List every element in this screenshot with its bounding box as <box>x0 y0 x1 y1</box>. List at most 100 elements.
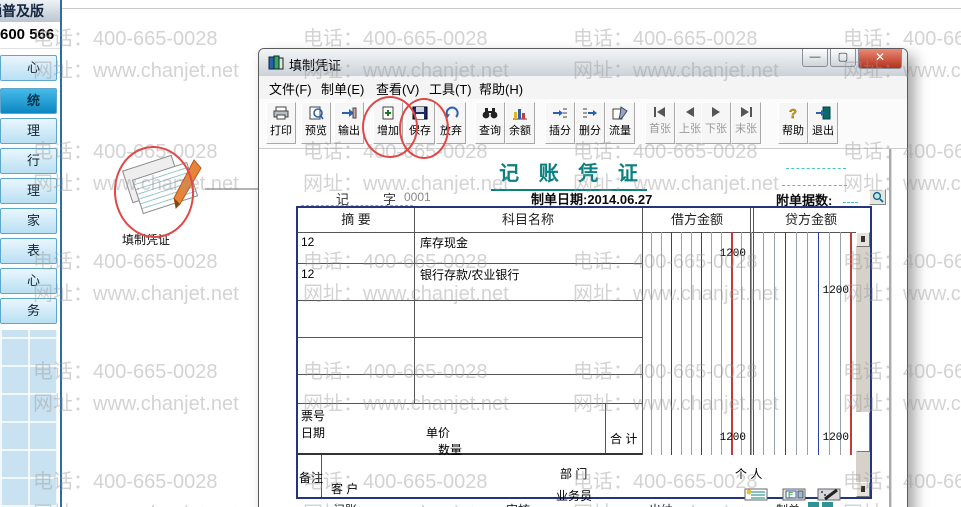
customer-label[interactable]: 客 户 <box>331 480 358 497</box>
voucher-entry-window: 填制凭证 — ▢ ✕ 文件(F) 制单(E) 查看(V) 工具(T) 帮助(H)… <box>258 48 908 507</box>
debit-ruled-columns <box>642 232 752 455</box>
next-voucher-button[interactable]: 下张 <box>701 102 731 144</box>
help-button[interactable]: ? 帮助 <box>778 102 808 144</box>
menu-tools[interactable]: 工具(T) <box>429 79 472 98</box>
insert-split-button[interactable]: 插分 <box>545 102 575 144</box>
prev-icon <box>686 107 694 117</box>
price-label: 单价 <box>426 426 451 440</box>
attachment-lookup-button[interactable] <box>869 189 886 205</box>
save-button[interactable]: 保存 <box>405 102 435 144</box>
flow-pen-icon <box>612 106 628 120</box>
row-line-1 <box>298 263 642 264</box>
last-voucher-button[interactable]: 末张 <box>731 102 761 144</box>
agent-label[interactable]: 业务员 <box>556 487 592 504</box>
cashflow-button[interactable]: 流量 <box>605 102 635 144</box>
menu-help[interactable]: 帮助(H) <box>479 79 523 98</box>
flow-icon-label: 填制凭证 <box>122 233 171 247</box>
total-debit-amount: 1200 <box>719 432 746 444</box>
row1-debit-amount[interactable]: 1200 <box>642 248 746 262</box>
minimize-button[interactable]: — <box>802 49 828 67</box>
credit-ruled-columns <box>753 232 870 455</box>
sidebar-item-7[interactable]: 表 <box>0 238 57 264</box>
delete-split-button[interactable]: 删分 <box>575 102 605 144</box>
first-voucher-button[interactable]: 首张 <box>645 102 675 144</box>
row2-summary[interactable]: 12 <box>301 267 314 281</box>
total-divider <box>605 403 606 453</box>
maker-name-fragment-2 <box>822 502 833 507</box>
voucher-number[interactable]: 0001 <box>404 190 431 204</box>
bar-chart-icon <box>513 109 527 120</box>
auditor-label: 审核 <box>506 501 530 507</box>
preview-icon <box>309 106 324 120</box>
qty-label: 数量 <box>438 443 463 457</box>
floppy-icon <box>412 106 428 120</box>
export-icon <box>342 107 357 119</box>
maximize-button[interactable]: ▢ <box>830 49 856 67</box>
col-header-credit: 贷方金额 <box>784 212 837 227</box>
sidebar-item-3[interactable]: 理 <box>0 118 57 144</box>
divider-debit-credit-a <box>750 208 751 455</box>
attach-dash-1 <box>786 168 846 169</box>
svg-text:E: E <box>788 491 793 500</box>
row2-credit-amount[interactable]: 1200 <box>753 285 849 299</box>
row-line-3 <box>298 337 642 338</box>
toolbar: 打印 预览 输出 增加 保存 放弃 查询 余额 插分 删分 流量 首张 上张 下… <box>259 99 907 149</box>
ticket-label: 票号 <box>301 409 326 423</box>
card-tool-icon[interactable]: E <box>782 488 806 501</box>
close-button[interactable]: ✕ <box>858 49 902 69</box>
query-button[interactable]: 查询 <box>475 102 505 144</box>
scrollbar-thumb[interactable] <box>856 412 870 452</box>
window-ledger-icon <box>268 55 284 70</box>
screen: 通普及版 600 566 心 统 理 行 理 家 表 心 务 填制凭证 填制凭证… <box>0 0 961 507</box>
divider-account-debit <box>642 208 643 455</box>
attach-dash-3 <box>843 202 858 203</box>
voucher-scrollbar[interactable] <box>856 232 870 497</box>
add-button[interactable]: 增加 <box>373 102 403 144</box>
person-label[interactable]: 个 人 <box>735 465 762 482</box>
col-header-debit: 借方金额 <box>670 212 723 227</box>
department-label[interactable]: 部 门 <box>560 465 587 482</box>
host-top-divider <box>62 8 961 9</box>
sidebar-item-4[interactable]: 行 <box>0 148 57 174</box>
export-button[interactable]: 输出 <box>334 102 364 144</box>
next-icon <box>712 107 720 117</box>
remark-section-top-line <box>298 453 642 455</box>
menu-view[interactable]: 查看(V) <box>376 79 419 98</box>
menu-file[interactable]: 文件(F) <box>269 79 312 98</box>
row1-summary[interactable]: 12 <box>301 235 314 249</box>
scrollbar-down-button[interactable] <box>856 482 870 497</box>
scrollbar-up-button[interactable] <box>856 232 870 247</box>
sidebar-item-5[interactable]: 理 <box>0 178 57 204</box>
sidebar-item-9[interactable]: 务 <box>0 298 57 324</box>
magnifier-icon <box>872 191 884 203</box>
sidebar-item-6[interactable]: 家 <box>0 208 57 234</box>
help-icon: ? <box>789 106 797 120</box>
divider-debit-credit-b <box>753 208 754 455</box>
printer-icon <box>273 106 289 120</box>
watermark-row: 电话：400-665-0028 电话：400-665-0028 电话：400-665… <box>33 28 961 50</box>
support-phone: 600 566 <box>0 22 60 49</box>
balance-button[interactable]: 余额 <box>505 102 535 144</box>
total-label: 合 计 <box>610 432 638 446</box>
print-button[interactable]: 打印 <box>266 102 296 144</box>
window-titlebar[interactable]: 填制凭证 — ▢ ✕ <box>259 49 907 77</box>
sidebar-item-8[interactable]: 心 <box>0 268 57 294</box>
sidebar-grid-pattern <box>0 330 57 507</box>
binoculars-icon <box>482 108 498 119</box>
pen-icon <box>173 159 202 210</box>
sidebar-item-1[interactable]: 心 <box>0 55 57 81</box>
ticket-section-top-line <box>298 403 642 404</box>
row1-account[interactable]: 库存现金 <box>420 234 468 251</box>
cert-tool-icon[interactable] <box>744 488 768 501</box>
exit-button[interactable]: 退出 <box>808 102 838 144</box>
undo-icon <box>444 106 459 119</box>
app-edition-title: 通普及版 <box>0 0 60 23</box>
menu-voucher[interactable]: 制单(E) <box>321 79 364 98</box>
pen-tool-icon[interactable] <box>817 488 841 501</box>
preview-button[interactable]: 预览 <box>301 102 331 144</box>
add-page-icon <box>382 106 394 120</box>
abandon-button[interactable]: 放弃 <box>436 102 466 144</box>
sidebar-item-2-selected[interactable]: 统 <box>0 88 57 114</box>
attach-dash-2 <box>782 185 847 186</box>
row2-account[interactable]: 银行存款/农业银行 <box>420 266 519 283</box>
